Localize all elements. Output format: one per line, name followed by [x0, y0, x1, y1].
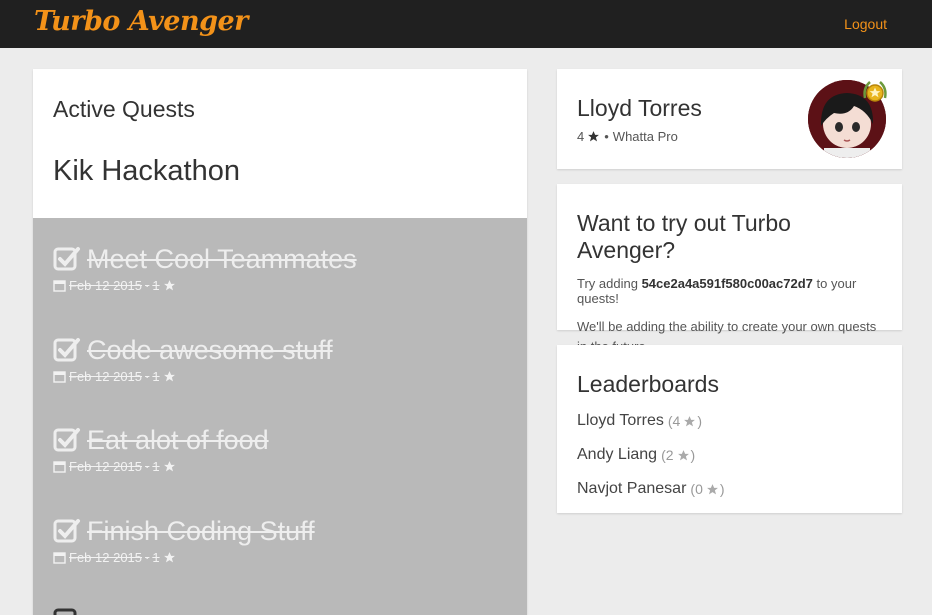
quest-name: Finish Coding Stuff	[87, 515, 315, 546]
profile-level: Whatta Pro	[612, 129, 678, 144]
quest-stars: 1	[152, 369, 160, 384]
quest-date: Feb 12 2015	[69, 278, 143, 293]
quest-date: Feb 12 2015	[69, 459, 143, 474]
leaderboards-title: Leaderboards	[577, 371, 719, 397]
active-quests-panel: Active Quests Kik Hackathon Meet Cool Te…	[33, 69, 527, 615]
star-icon	[677, 449, 689, 460]
quest-stars: 1	[152, 278, 160, 293]
leader-score-value: 2	[665, 447, 674, 463]
star-icon	[163, 280, 175, 291]
leaderboard-list: Lloyd Torres (4) Andy Liang (2) Navjot P…	[577, 404, 882, 506]
leader-name: Navjot Panesar	[577, 480, 687, 497]
calendar-icon	[53, 371, 66, 383]
leaderboard-entry[interactable]: Navjot Panesar (0)	[577, 472, 882, 506]
quest-stars: 1	[152, 459, 160, 474]
leader-score-value: 4	[672, 413, 681, 429]
star-icon	[163, 371, 175, 382]
quest-item-partial[interactable]	[53, 603, 513, 615]
quest-item[interactable]: Eat alot of food Feb 12 2015 · 1	[53, 423, 513, 474]
checked-checkbox-icon[interactable]	[53, 336, 81, 364]
star-icon	[706, 483, 718, 494]
quest-code[interactable]: 54ce2a4a591f580c00ac72d7	[642, 276, 813, 291]
quest-name: Code awesome stuff	[87, 334, 333, 365]
leader-score: (4)	[667, 413, 702, 429]
leader-score-value: 0	[695, 481, 703, 497]
leaderboard-entry[interactable]: Lloyd Torres (4)	[577, 404, 882, 438]
tryout-title: Want to try out Turbo Avenger?	[577, 210, 791, 263]
quests-header: Active Quests Kik Hackathon	[33, 69, 527, 218]
logout-link[interactable]: Logout	[844, 16, 887, 32]
star-icon	[163, 461, 175, 472]
profile-separator: •	[604, 129, 609, 144]
calendar-icon	[53, 280, 66, 292]
achievement-badge-icon[interactable]	[860, 78, 890, 108]
leader-name: Lloyd Torres	[577, 412, 664, 429]
quest-stars: 1	[152, 550, 160, 565]
tryout-card: Want to try out Turbo Avenger? Try addin…	[557, 184, 902, 354]
checked-checkbox-icon[interactable]	[53, 426, 81, 454]
quest-item[interactable]: Finish Coding Stuff Feb 12 2015 · 1	[53, 514, 513, 565]
profile-card: Lloyd Torres 4 • Whatta Pro	[557, 69, 902, 169]
leaderboard-entry[interactable]: Andy Liang (2)	[577, 438, 882, 472]
brand-logo[interactable]: Turbo Avenger	[34, 6, 248, 37]
navbar: Turbo Avenger Logout	[0, 0, 932, 48]
leader-score: (2)	[661, 447, 696, 463]
checked-checkbox-icon[interactable]	[53, 517, 81, 545]
star-icon	[684, 415, 696, 426]
quests-title: Active Quests	[53, 96, 195, 122]
quest-item[interactable]: Code awesome stuff Feb 12 2015 · 1	[53, 333, 513, 384]
quest-group-title: Kik Hackathon	[53, 155, 240, 187]
checkbox-icon[interactable]	[53, 606, 81, 615]
calendar-icon	[53, 552, 66, 564]
quest-date: Feb 12 2015	[69, 550, 143, 565]
quest-name: Eat alot of food	[87, 424, 269, 455]
leader-score: (0)	[690, 481, 725, 497]
checked-checkbox-icon[interactable]	[53, 245, 81, 273]
star-icon	[163, 552, 175, 563]
quest-name: Meet Cool Teammates	[87, 243, 357, 274]
quest-item[interactable]: Meet Cool Teammates Feb 12 2015 · 1	[53, 242, 513, 293]
tryout-prefix: Try adding	[577, 276, 638, 291]
calendar-icon	[53, 461, 66, 473]
leaderboards-card: Leaderboards Lloyd Torres (4) Andy Liang…	[557, 345, 902, 513]
profile-stars: 4	[577, 129, 585, 144]
star-icon	[588, 131, 600, 142]
quest-date: Feb 12 2015	[69, 369, 143, 384]
tryout-instructions: Try adding 54ce2a4a591f580c00ac72d7 to y…	[577, 276, 882, 306]
leader-name: Andy Liang	[577, 446, 658, 463]
